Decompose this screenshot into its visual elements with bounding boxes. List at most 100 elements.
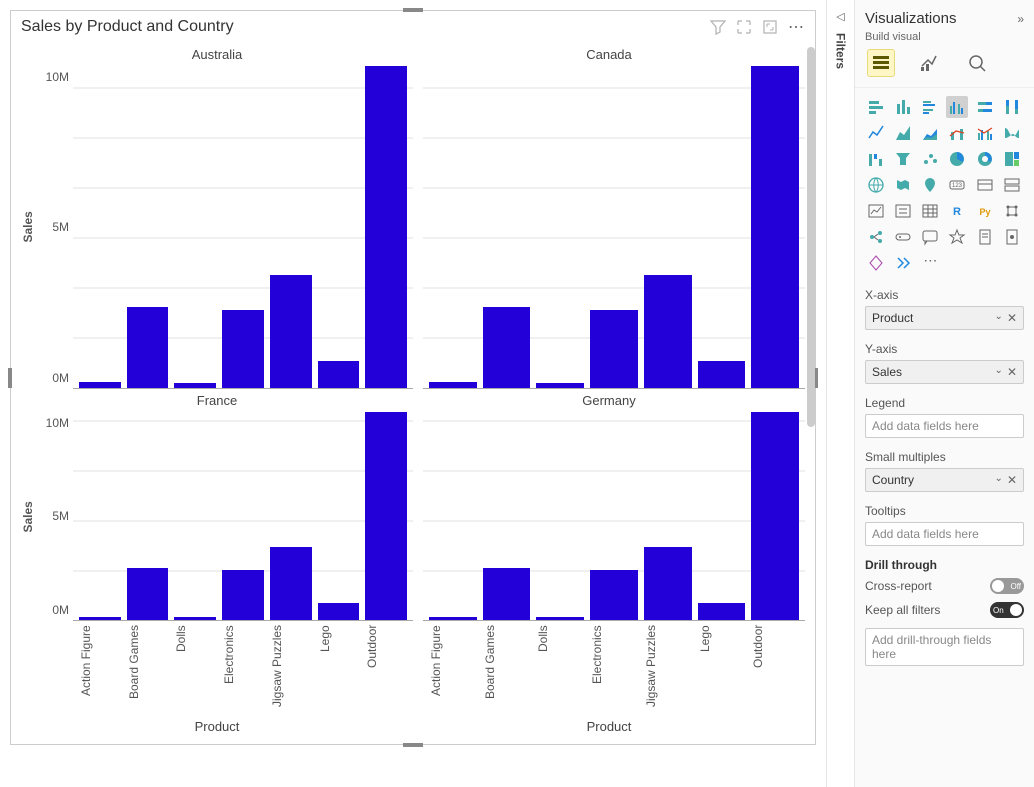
bar-outdoor[interactable] <box>751 412 799 621</box>
viz-waterfall-icon[interactable] <box>865 148 887 170</box>
bar-board-games[interactable] <box>127 568 169 620</box>
viz-table-icon[interactable] <box>919 200 941 222</box>
cross-report-toggle[interactable]: Off <box>990 578 1024 594</box>
viz-ribbon-icon[interactable] <box>1001 122 1023 144</box>
viz-python-icon[interactable] <box>1001 200 1023 222</box>
bar-lego[interactable] <box>698 361 746 388</box>
viz-qa-icon[interactable] <box>919 226 941 248</box>
remove-field-icon[interactable]: ✕ <box>1007 473 1017 487</box>
small-multiples-field-well[interactable]: Country ⌄✕ <box>865 468 1024 492</box>
viz-treemap-icon[interactable] <box>1001 148 1023 170</box>
chevron-down-icon[interactable]: ⌄ <box>995 311 1003 325</box>
remove-field-icon[interactable]: ✕ <box>1007 311 1017 325</box>
analytics-tab[interactable] <box>963 49 991 77</box>
filters-collapse-icon[interactable]: ◁ <box>836 10 844 23</box>
bar-jigsaw-puzzles[interactable] <box>270 547 312 620</box>
viz-filled-map-icon[interactable] <box>892 174 914 196</box>
bar-lego[interactable] <box>698 603 746 620</box>
bar-board-games[interactable] <box>483 307 531 387</box>
viz-clustered-bar-icon[interactable] <box>919 96 941 118</box>
viz-funnel-icon[interactable] <box>892 148 914 170</box>
chevron-down-icon[interactable]: ⌄ <box>995 473 1003 487</box>
bar-electronics[interactable] <box>590 570 638 620</box>
viz-multirow-card-icon[interactable] <box>1001 174 1023 196</box>
plot-area[interactable] <box>423 412 805 622</box>
viz-line-icon[interactable] <box>865 122 887 144</box>
bar-dolls[interactable] <box>536 617 584 620</box>
format-visual-tab[interactable] <box>915 49 943 77</box>
build-visual-tab[interactable] <box>867 49 895 77</box>
viz-clustered-column-icon[interactable] <box>946 96 968 118</box>
report-canvas[interactable]: Sales by Product and Country ⋯ Australia… <box>0 0 826 787</box>
bar-outdoor[interactable] <box>751 66 799 388</box>
bar-lego[interactable] <box>318 361 360 388</box>
resize-handle-top[interactable] <box>403 8 423 12</box>
chart-visual-container[interactable]: Sales by Product and Country ⋯ Australia… <box>10 10 816 745</box>
drill-through-field-well[interactable]: Add drill-through fields here <box>865 628 1024 666</box>
viz-scatter-icon[interactable] <box>919 148 941 170</box>
remove-field-icon[interactable]: ✕ <box>1007 365 1017 379</box>
viz-100-stacked-column-icon[interactable] <box>1001 96 1023 118</box>
bar-electronics[interactable] <box>222 570 264 620</box>
viz-line-stacked-column-icon[interactable] <box>946 122 968 144</box>
viz-more-icon[interactable]: ⋯ <box>919 252 942 274</box>
viz-decomposition-icon[interactable] <box>892 226 914 248</box>
bar-board-games[interactable] <box>483 568 531 620</box>
resize-handle-left[interactable] <box>8 368 12 388</box>
viz-kpi-icon[interactable] <box>865 200 887 222</box>
more-options-icon[interactable]: ⋯ <box>788 17 805 37</box>
chevron-down-icon[interactable]: ⌄ <box>995 365 1003 379</box>
focus-mode-icon[interactable] <box>736 19 752 35</box>
plot-area[interactable] <box>73 412 413 622</box>
bar-jigsaw-puzzles[interactable] <box>644 275 692 388</box>
yaxis-field-well[interactable]: Sales ⌄✕ <box>865 360 1024 384</box>
viz-100-stacked-bar-icon[interactable] <box>974 96 996 118</box>
bar-outdoor[interactable] <box>365 66 407 388</box>
viz-map-icon[interactable] <box>865 174 887 196</box>
viz-stacked-column-icon[interactable] <box>892 96 914 118</box>
viz-pie-icon[interactable] <box>946 148 968 170</box>
viz-area-icon[interactable] <box>892 122 914 144</box>
bar-electronics[interactable] <box>590 310 638 388</box>
plot-area[interactable] <box>73 66 413 389</box>
bar-board-games[interactable] <box>127 307 169 387</box>
viz-line-clustered-column-icon[interactable] <box>974 122 996 144</box>
legend-field-well[interactable]: Add data fields here <box>865 414 1024 438</box>
viz-matrix-icon[interactable]: R <box>946 200 968 222</box>
bar-action-figure[interactable] <box>429 382 477 387</box>
expand-panel-icon[interactable]: » <box>1017 12 1024 26</box>
viz-key-influencers-icon[interactable] <box>865 226 887 248</box>
viz-stacked-area-icon[interactable] <box>919 122 941 144</box>
bar-dolls[interactable] <box>174 617 216 620</box>
viz-custom-icon[interactable] <box>892 252 914 274</box>
viz-slicer-icon[interactable] <box>892 200 914 222</box>
chart-scrollbar[interactable] <box>807 47 815 734</box>
viz-powerautomate-icon[interactable] <box>865 252 887 274</box>
viz-narrative-icon[interactable] <box>946 226 968 248</box>
bar-action-figure[interactable] <box>79 617 121 620</box>
keep-filters-toggle[interactable]: On <box>990 602 1024 618</box>
bar-dolls[interactable] <box>536 383 584 387</box>
viz-powerapps-icon[interactable] <box>1001 226 1023 248</box>
viz-azure-map-icon[interactable] <box>919 174 941 196</box>
bar-jigsaw-puzzles[interactable] <box>644 547 692 620</box>
viz-r-script-icon[interactable]: Py <box>974 200 996 222</box>
filter-icon[interactable] <box>710 19 726 35</box>
xaxis-field-well[interactable]: Product ⌄✕ <box>865 306 1024 330</box>
tooltips-field-well[interactable]: Add data fields here <box>865 522 1024 546</box>
bar-electronics[interactable] <box>222 310 264 388</box>
viz-card-icon[interactable] <box>974 174 996 196</box>
bar-dolls[interactable] <box>174 383 216 387</box>
chart-scrollbar-thumb[interactable] <box>807 47 815 427</box>
bar-jigsaw-puzzles[interactable] <box>270 275 312 388</box>
viz-donut-icon[interactable] <box>974 148 996 170</box>
plot-area[interactable] <box>423 66 805 389</box>
bar-lego[interactable] <box>318 603 360 620</box>
expand-icon[interactable] <box>762 19 778 35</box>
viz-stacked-bar-icon[interactable] <box>865 96 887 118</box>
bar-outdoor[interactable] <box>365 412 407 621</box>
resize-handle-bottom[interactable] <box>403 743 423 747</box>
filters-pane-collapsed[interactable]: ◁ Filters <box>826 0 854 787</box>
viz-gauge-icon[interactable]: 123 <box>946 174 968 196</box>
bar-action-figure[interactable] <box>429 617 477 620</box>
